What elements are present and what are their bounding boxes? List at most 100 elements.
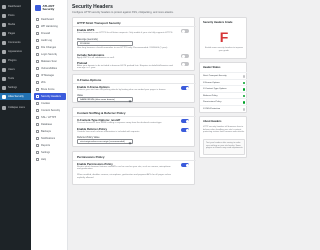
xframe-value-select[interactable]: SAMEORIGIN (allow same domain) bbox=[77, 97, 133, 102]
referrer-toggle[interactable] bbox=[181, 128, 189, 132]
nav-item-help[interactable]: Help bbox=[34, 156, 66, 163]
help-icon bbox=[36, 158, 39, 161]
permissions-note: When enabled, disables camera, microphon… bbox=[77, 174, 172, 179]
grade-description: Enable more security headers to improve … bbox=[205, 47, 243, 52]
xframe-heading: X-Frame-Options bbox=[77, 78, 102, 82]
network-icon bbox=[36, 74, 39, 77]
chevron-down-icon bbox=[128, 141, 131, 144]
pin-icon bbox=[2, 13, 6, 18]
status-row: Strict-Transport-Security bbox=[200, 72, 248, 79]
hsts-enable-toggle[interactable] bbox=[181, 29, 189, 33]
preload-desc: Allow your domain to be included in brow… bbox=[77, 64, 173, 70]
nav-item-database[interactable]: Database bbox=[34, 121, 66, 128]
wp-menu-appearance[interactable]: Appearance bbox=[0, 48, 31, 55]
hammer-icon bbox=[36, 88, 39, 91]
subdomains-toggle[interactable] bbox=[181, 54, 189, 58]
nav-item-content-security[interactable]: Content Security bbox=[34, 107, 66, 114]
nav-item-login-security[interactable]: Login Security bbox=[34, 51, 66, 58]
nav-item-ip-manager[interactable]: IP Manager bbox=[34, 72, 66, 79]
referrer-desc: Controls how much referrer information i… bbox=[77, 130, 140, 133]
wp-menu-comments[interactable]: Comments bbox=[0, 39, 31, 46]
wp-menu-posts[interactable]: Posts bbox=[0, 12, 31, 19]
nav-item-malware-scan[interactable]: Malware Scan bbox=[34, 58, 66, 65]
status-row: X-Frame-Options bbox=[200, 78, 248, 86]
header-status-heading: Header Status bbox=[203, 66, 221, 69]
max-age-input[interactable]: 31536000 bbox=[77, 41, 133, 46]
page-icon bbox=[2, 31, 6, 36]
bug-icon bbox=[36, 60, 39, 63]
nosniff-desc: Prevents browsers from MIME-sniffing a r… bbox=[77, 121, 163, 124]
nav-item-brute-force[interactable]: Brute Force bbox=[34, 86, 66, 93]
wp-menu-plugins[interactable]: Plugins bbox=[0, 57, 31, 64]
about-heading: About Headers bbox=[203, 120, 222, 123]
lock-icon bbox=[36, 116, 39, 119]
database-icon bbox=[36, 123, 39, 126]
divider bbox=[73, 160, 196, 161]
wp-menu-settings[interactable]: Settings bbox=[0, 84, 31, 91]
wp-menu-atlas-security[interactable]: Atlas Security bbox=[0, 93, 31, 100]
nav-item-notifications[interactable]: Notifications bbox=[34, 135, 66, 142]
nav-item-cookies[interactable]: Cookies bbox=[34, 100, 66, 107]
settings-icon bbox=[2, 85, 6, 90]
backup-icon bbox=[36, 130, 39, 133]
wp-menu-tools[interactable]: Tools bbox=[0, 75, 31, 82]
warning-icon bbox=[36, 67, 39, 70]
header-status-card: Header Status Strict-Transport-Security … bbox=[199, 62, 248, 113]
wp-menu-dashboard[interactable]: Dashboard bbox=[0, 3, 31, 10]
key-icon bbox=[36, 53, 39, 56]
file-icon bbox=[36, 46, 39, 49]
nav-item-security-headers[interactable]: Security Headers bbox=[34, 93, 66, 100]
divider bbox=[73, 26, 196, 27]
referrer-policy-select[interactable]: strict-origin-when-cross-origin (recomme… bbox=[77, 139, 133, 144]
status-row: X-Content-Type-Options bbox=[200, 85, 248, 92]
preload-toggle[interactable] bbox=[181, 62, 189, 66]
permissions-heading: Permissions Policy bbox=[77, 155, 105, 159]
permissions-toggle[interactable] bbox=[181, 163, 189, 167]
shield-icon bbox=[36, 109, 39, 112]
about-text: HTTP security headers tell browsers how … bbox=[203, 126, 245, 134]
xframe-enable-toggle[interactable] bbox=[181, 86, 189, 90]
grade-card: Security Headers Grade F Enable more sec… bbox=[199, 17, 247, 59]
status-dot-icon bbox=[242, 94, 245, 98]
nav-item-ssl[interactable]: SSL / HTTPS bbox=[34, 114, 66, 121]
lock-icon bbox=[36, 25, 39, 28]
nosniff-toggle[interactable] bbox=[181, 119, 189, 123]
media-icon bbox=[2, 22, 6, 27]
nav-item-audit-log[interactable]: Audit Log bbox=[34, 37, 66, 44]
wp-menu-collapse[interactable]: Collapse menu bbox=[0, 104, 31, 111]
gear-icon bbox=[36, 151, 39, 154]
wp-menu-users[interactable]: Users bbox=[0, 66, 31, 73]
nav-item-2fa[interactable]: 2FA bbox=[34, 79, 66, 86]
firewall-icon bbox=[36, 32, 39, 35]
wp-menu-pages[interactable]: Pages bbox=[0, 30, 31, 37]
about-card: About Headers HTTP security headers tell… bbox=[199, 116, 247, 158]
app-root: Dashboard Posts Media Pages Comments App… bbox=[0, 0, 250, 250]
nav-item-settings[interactable]: Settings bbox=[34, 149, 66, 156]
xframe-card: X-Frame-Options Enable X-Frame-Options P… bbox=[72, 74, 196, 103]
divider bbox=[73, 83, 196, 84]
hsts-enable-desc: Force browsers to use HTTPS for all futu… bbox=[77, 31, 173, 34]
nav-item-reports[interactable]: Reports bbox=[34, 142, 66, 149]
cookie-icon bbox=[36, 102, 39, 105]
plugin-sidebar: ATLANT Security Dashboard WP Hardening F… bbox=[31, 0, 68, 250]
nav-item-dashboard[interactable]: Dashboard bbox=[34, 16, 66, 23]
plugin-icon bbox=[2, 58, 6, 63]
bell-icon bbox=[36, 137, 39, 140]
wp-admin-sidebar: Dashboard Posts Media Pages Comments App… bbox=[0, 0, 31, 250]
status-row: Referrer-Policy bbox=[200, 91, 248, 99]
status-dot-icon bbox=[242, 81, 245, 85]
about-note-text: Test your headers after saving to make s… bbox=[206, 142, 244, 150]
wrench-icon bbox=[2, 76, 6, 81]
nav-item-wp-hardening[interactable]: WP Hardening bbox=[34, 23, 66, 30]
header-icon bbox=[36, 95, 39, 98]
nav-item-backups[interactable]: Backups bbox=[34, 128, 66, 135]
nav-item-firewall[interactable]: Firewall bbox=[34, 30, 66, 37]
content-heading: Content Sniffing & Referrer Policy bbox=[77, 111, 126, 115]
nav-item-vulnerabilities[interactable]: Vulnerabilities bbox=[34, 65, 66, 72]
nav-item-file-changes[interactable]: File Changes bbox=[34, 44, 66, 51]
divider bbox=[73, 116, 196, 117]
status-row: X-XSS-Protection bbox=[200, 105, 248, 112]
grade-letter: F bbox=[219, 29, 229, 45]
logo-mark-icon bbox=[35, 5, 41, 11]
wp-menu-media[interactable]: Media bbox=[0, 21, 31, 28]
